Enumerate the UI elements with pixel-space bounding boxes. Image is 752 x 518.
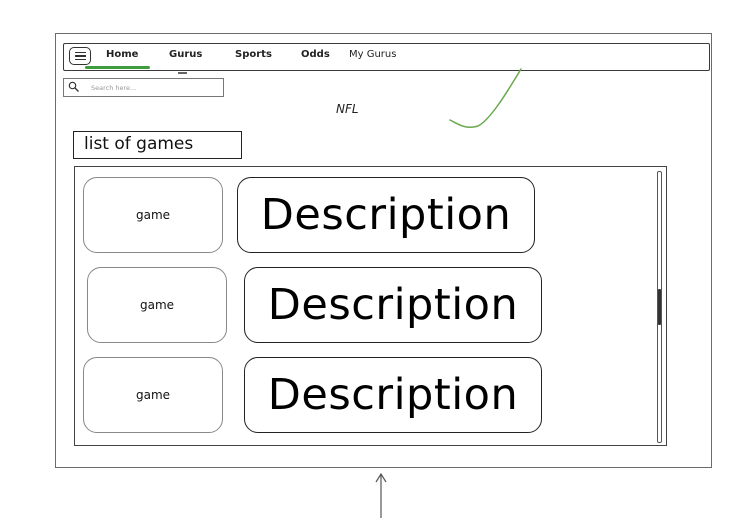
checkmark-annotation <box>449 68 522 129</box>
page-title: NFL <box>336 102 359 116</box>
list-item[interactable]: game Description <box>75 177 655 257</box>
game-description: Description <box>244 267 542 343</box>
sketch-mark <box>178 72 187 74</box>
list-heading: list of games <box>73 131 242 159</box>
scrollbar-thumb[interactable] <box>658 289 661 325</box>
game-description: Description <box>244 357 542 433</box>
search-input[interactable] <box>91 80 216 95</box>
nav-item-home[interactable]: Home <box>106 49 138 60</box>
nav-item-sports[interactable]: Sports <box>235 49 272 60</box>
vertical-scrollbar[interactable] <box>657 171 662 443</box>
games-list[interactable]: game Description game Description game D… <box>74 166 667 446</box>
search-bar[interactable] <box>63 78 224 97</box>
game-card[interactable]: game <box>87 267 227 343</box>
list-item[interactable]: game Description <box>75 357 655 437</box>
nav-item-gurus[interactable]: Gurus <box>169 49 202 60</box>
wireframe-canvas: Home Gurus Sports Odds My Gurus NFL list… <box>0 0 752 518</box>
active-tab-indicator <box>85 66 150 69</box>
arrow-up-icon <box>375 472 387 518</box>
top-navbar: Home Gurus Sports Odds My Gurus <box>63 43 710 71</box>
nav-item-my-gurus[interactable]: My Gurus <box>349 49 396 60</box>
hamburger-icon[interactable] <box>69 47 91 65</box>
game-card[interactable]: game <box>83 357 223 433</box>
list-item[interactable]: game Description <box>75 267 655 347</box>
game-card[interactable]: game <box>83 177 223 253</box>
game-description: Description <box>237 177 535 253</box>
search-icon <box>68 81 79 92</box>
nav-item-odds[interactable]: Odds <box>301 49 330 60</box>
